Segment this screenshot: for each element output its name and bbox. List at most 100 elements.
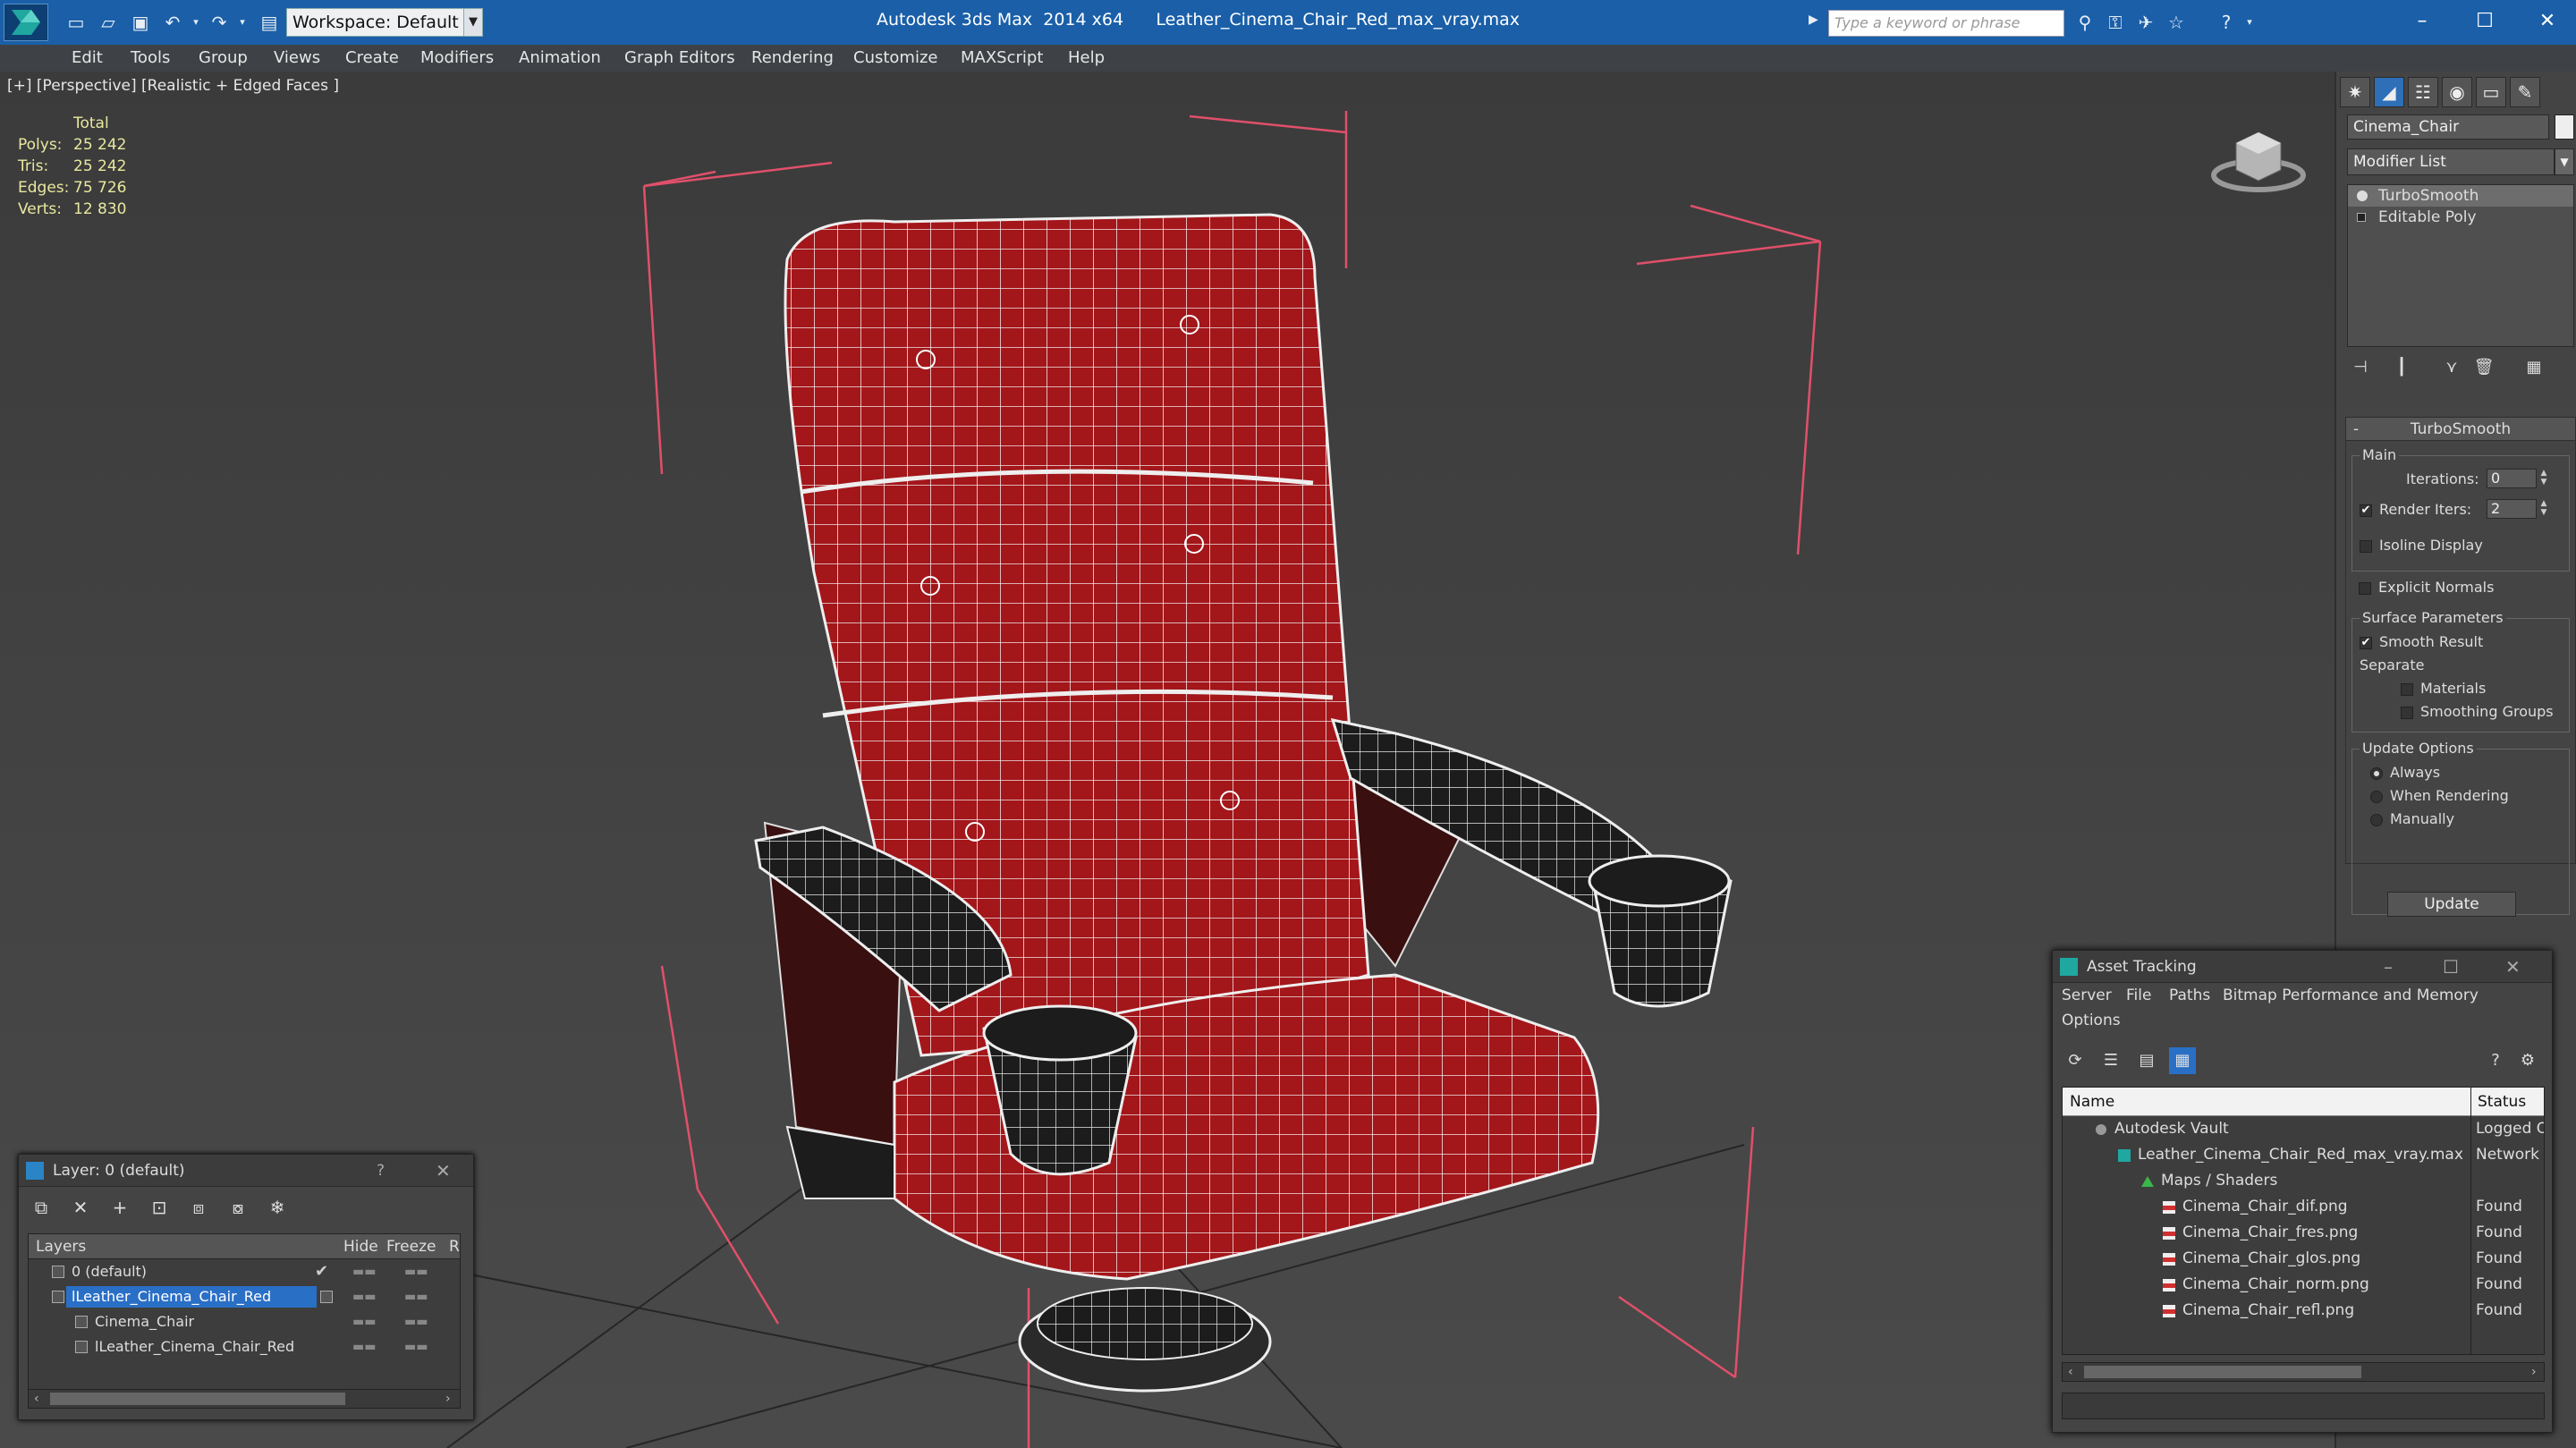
help-dropdown-icon[interactable]: ▾ — [2238, 11, 2261, 34]
freeze-toggle[interactable]: ▬▬ — [404, 1309, 428, 1334]
layer-name[interactable]: 0 (default) — [66, 1261, 152, 1283]
save-file-icon[interactable]: ▣ — [129, 11, 152, 34]
menu-customize[interactable]: Customize — [853, 48, 937, 67]
maximize-icon[interactable]: ☐ — [2443, 956, 2459, 978]
menu-maxscript[interactable]: MAXScript — [961, 48, 1043, 67]
show-end-result-icon[interactable]: ┃ — [2388, 354, 2415, 381]
spinner-arrows-icon[interactable]: ▲ ▼ — [2538, 499, 2549, 519]
layer-row[interactable]: Cinema_Chair ▬▬ ▬▬ — [29, 1309, 460, 1334]
asset-menu-file[interactable]: File — [2126, 987, 2151, 1004]
menu-animation[interactable]: Animation — [519, 48, 601, 67]
asset-menu-bitmap-performance[interactable]: Bitmap Performance and Memory — [2223, 987, 2479, 1004]
menu-rendering[interactable]: Rendering — [751, 48, 834, 67]
viewcube-icon[interactable] — [2209, 116, 2308, 197]
utilities-tab-icon[interactable]: ✎ — [2510, 77, 2540, 107]
column-freeze[interactable]: Freeze — [386, 1238, 436, 1256]
binoculars-icon[interactable]: ⚲ — [2073, 11, 2097, 34]
scroll-right-icon[interactable]: › — [445, 1390, 451, 1408]
create-tab-icon[interactable]: ✷ — [2340, 77, 2370, 107]
layer-row[interactable]: 0 (default) ✔ ▬▬ ▬▬ — [29, 1259, 460, 1284]
help-icon[interactable]: ? — [2482, 1047, 2509, 1074]
menu-edit[interactable]: Edit — [72, 48, 103, 67]
render-iters-spinner[interactable]: 2 — [2487, 499, 2537, 519]
isoline-display-checkbox[interactable] — [2360, 539, 2372, 553]
hierarchy-tab-icon[interactable]: ☷ — [2408, 77, 2438, 107]
scroll-left-icon[interactable]: ‹ — [34, 1390, 39, 1408]
when-rendering-radio[interactable] — [2370, 790, 2383, 803]
always-radio[interactable] — [2370, 766, 2383, 780]
close-icon[interactable]: ✕ — [2505, 956, 2521, 978]
column-layers[interactable]: Layers — [36, 1238, 86, 1256]
asset-dialog-titlebar[interactable]: Asset Tracking – ☐ ✕ — [2053, 951, 2552, 983]
render-iters-checkbox[interactable]: ✔ — [2360, 504, 2372, 517]
workspace-dropdown[interactable]: Workspace: Default — [286, 8, 465, 37]
undo-icon[interactable]: ↶ — [161, 11, 184, 34]
asset-path-field[interactable] — [2062, 1393, 2545, 1419]
iterations-spinner[interactable]: 0 — [2487, 469, 2537, 488]
object-name-field[interactable]: Cinema_Chair — [2347, 114, 2549, 140]
asset-row[interactable]: Leather_Cinema_Chair_Red_max_vray.max Ne… — [2063, 1142, 2544, 1168]
stack-item-editable-poly[interactable]: Editable Poly — [2348, 207, 2573, 228]
layer-name[interactable]: lLeather_Cinema_Chair_Red — [89, 1336, 300, 1358]
table-view-icon[interactable]: ▦ — [2169, 1047, 2196, 1074]
favorites-star-icon[interactable]: ☆ — [2165, 11, 2188, 34]
smooth-result-checkbox[interactable]: ✔ — [2360, 636, 2372, 649]
make-unique-icon[interactable]: ⋎ — [2438, 354, 2465, 381]
close-icon[interactable]: ✕ — [436, 1160, 451, 1181]
asset-row[interactable]: Autodesk Vault Logged Out — [2063, 1116, 2544, 1142]
collapse-icon[interactable]: - — [2353, 418, 2359, 441]
help-icon[interactable]: ? — [2215, 11, 2238, 34]
expand-box-icon[interactable] — [2357, 213, 2366, 222]
thumbnail-view-icon[interactable]: ▤ — [2133, 1047, 2160, 1074]
asset-horizontal-scrollbar[interactable]: ‹ › — [2062, 1362, 2545, 1382]
asset-row[interactable]: Cinema_Chair_refl.png Found — [2063, 1298, 2544, 1324]
display-tab-icon[interactable]: ▭ — [2476, 77, 2506, 107]
smoothing-groups-checkbox[interactable] — [2401, 706, 2413, 719]
new-file-icon[interactable]: ▭ — [64, 11, 88, 34]
open-file-icon[interactable]: ▱ — [97, 11, 120, 34]
make-current-icon[interactable] — [320, 1291, 333, 1303]
layer-horizontal-scrollbar[interactable]: ‹ › — [28, 1389, 461, 1409]
column-render[interactable]: R — [449, 1238, 460, 1256]
search-input[interactable]: Type a keyword or phrase — [1828, 10, 2064, 37]
menu-group[interactable]: Group — [199, 48, 248, 67]
remove-modifier-icon[interactable]: 🗑 — [2470, 354, 2497, 381]
refresh-icon[interactable]: ⟳ — [2062, 1047, 2089, 1074]
explicit-normals-checkbox[interactable] — [2359, 581, 2371, 595]
always-row[interactable]: Always — [2370, 764, 2440, 781]
layer-name[interactable]: lLeather_Cinema_Chair_Red — [66, 1286, 317, 1308]
lightbulb-icon[interactable] — [2357, 191, 2368, 201]
hide-toggle[interactable]: ▬▬ — [352, 1309, 376, 1334]
scrollbar-thumb[interactable] — [2084, 1366, 2361, 1378]
asset-menu-server[interactable]: Server — [2062, 987, 2112, 1004]
scroll-left-icon[interactable]: ‹ — [2068, 1363, 2073, 1381]
list-view-icon[interactable]: ☰ — [2097, 1047, 2124, 1074]
layer-dialog-titlebar[interactable]: Layer: 0 (default) ? ✕ — [19, 1155, 473, 1187]
chevron-down-icon[interactable]: ▼ — [2555, 148, 2574, 175]
minimize-icon[interactable]: – — [2384, 956, 2393, 978]
search-expand-icon[interactable]: ▶ — [1809, 13, 1826, 34]
app-menu-button[interactable] — [4, 4, 48, 41]
column-status[interactable]: Status — [2478, 1093, 2526, 1111]
key-icon[interactable]: ⚿ — [2104, 11, 2127, 34]
hide-all-layers-icon[interactable]: ⧇ — [225, 1194, 251, 1221]
update-button[interactable]: Update — [2387, 892, 2516, 917]
hide-toggle[interactable]: ▬▬ — [352, 1334, 376, 1359]
manually-radio[interactable] — [2370, 813, 2383, 826]
smoothing-groups-row[interactable]: Smoothing Groups — [2401, 703, 2554, 720]
motion-tab-icon[interactable]: ◉ — [2442, 77, 2472, 107]
select-objects-icon[interactable]: ⊡ — [146, 1194, 173, 1221]
hide-toggle[interactable]: ▬▬ — [352, 1284, 376, 1309]
create-layer-icon[interactable]: ⧉ — [28, 1194, 55, 1221]
modify-tab-icon[interactable]: ◢ — [2374, 77, 2404, 107]
configure-sets-icon[interactable]: ▦ — [2521, 354, 2547, 381]
freeze-all-layers-icon[interactable]: ❄ — [264, 1194, 291, 1221]
options-icon[interactable]: ⚙ — [2514, 1047, 2541, 1074]
isoline-display-row[interactable]: Isoline Display — [2360, 537, 2483, 554]
spinner-arrows-icon[interactable]: ▲ ▼ — [2538, 469, 2549, 488]
explicit-normals-row[interactable]: Explicit Normals — [2359, 579, 2494, 596]
help-icon[interactable]: ? — [377, 1162, 385, 1180]
undo-dropdown-icon[interactable]: ▾ — [184, 11, 208, 34]
minimize-icon[interactable]: – — [2399, 5, 2445, 38]
menu-views[interactable]: Views — [274, 48, 320, 67]
